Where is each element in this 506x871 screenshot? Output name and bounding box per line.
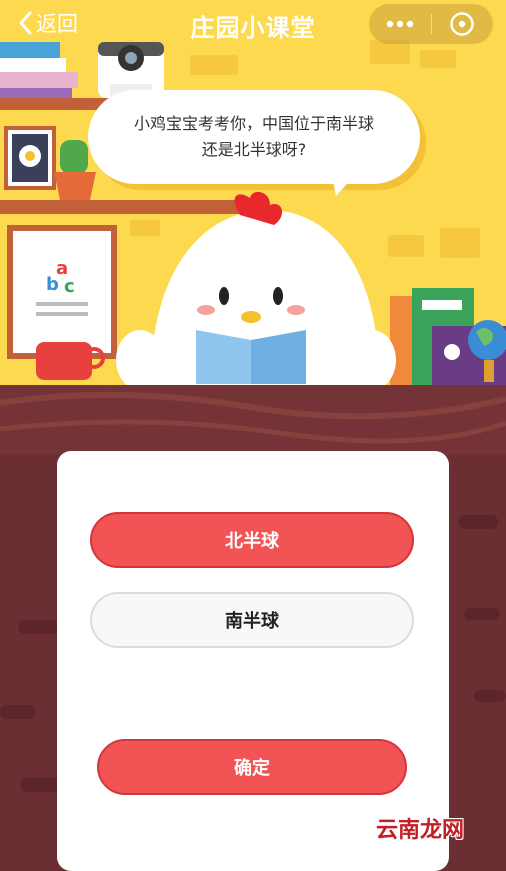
table-decor xyxy=(458,515,498,529)
chicken-mascot xyxy=(116,191,396,390)
more-button[interactable] xyxy=(369,4,431,44)
scene-drawing xyxy=(0,42,506,390)
close-button[interactable] xyxy=(431,4,493,44)
option-south-hemisphere-button[interactable]: 南半球 xyxy=(90,592,414,648)
question-line-1: 小鸡宝宝考考你，中国位于南半球 xyxy=(133,114,374,133)
top-navigation-bar: 返回 庄园小课堂 xyxy=(0,0,506,48)
table-decor xyxy=(0,705,36,719)
cactus-icon xyxy=(60,140,88,174)
mini-program-capsule xyxy=(369,4,493,44)
poster-letter-b: b xyxy=(46,274,59,295)
confirm-button[interactable]: 确定 xyxy=(97,739,407,795)
table-decor xyxy=(464,608,500,620)
question-text: 小鸡宝宝考考你，中国位于南半球 还是北半球呀? xyxy=(108,111,400,163)
table-decor xyxy=(18,620,58,634)
option-north-hemisphere-button[interactable]: 北半球 xyxy=(90,512,414,568)
question-line-2: 还是北半球呀? xyxy=(201,140,307,159)
shelf xyxy=(0,200,250,214)
more-dots-icon xyxy=(386,20,414,28)
answer-card: 北半球 南半球 确定 xyxy=(57,451,449,871)
bubble-tail xyxy=(332,176,354,196)
table-top xyxy=(0,385,506,455)
close-circle-icon xyxy=(450,12,474,36)
table-decor xyxy=(20,778,60,792)
poster-letter-c: c xyxy=(64,276,75,297)
alphabet-poster xyxy=(7,225,117,359)
question-bubble: 小鸡宝宝考考你，中国位于南半球 还是北半球呀? xyxy=(88,90,420,184)
table-decor xyxy=(474,690,506,702)
illustration-scene: a b c xyxy=(0,0,506,390)
watermark: 云南龙网 xyxy=(376,817,465,843)
